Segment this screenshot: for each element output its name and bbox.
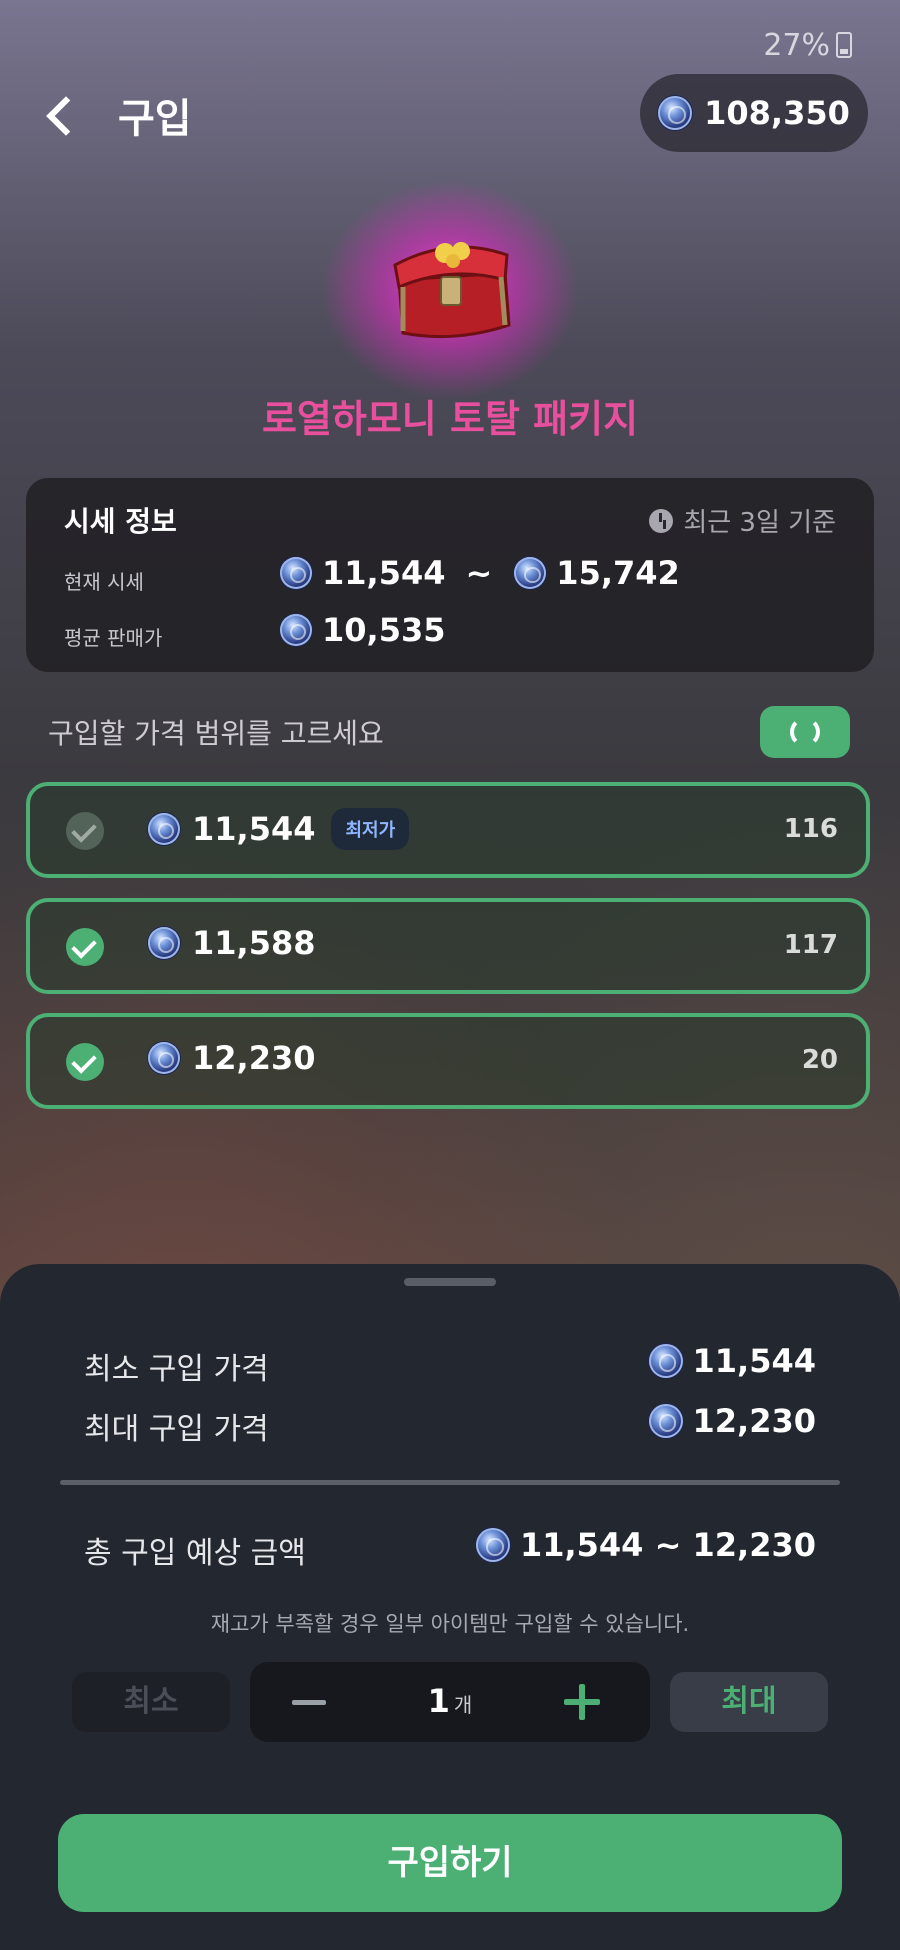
row-price: 11,544 최저가 — [148, 808, 410, 850]
min-price: 11,544 — [648, 1342, 816, 1380]
currency-balance: 108,350 — [640, 74, 868, 152]
current-price-label: 현재 시세 — [64, 570, 144, 594]
row-price: 12,230 — [148, 1039, 315, 1077]
min-price-label: 최소 구입 가격 — [84, 1352, 269, 1387]
min-quantity-button[interactable]: 최소 — [72, 1672, 230, 1732]
battery-icon — [836, 32, 852, 58]
max-price: 12,230 — [648, 1402, 816, 1440]
coin-icon — [514, 557, 547, 589]
buy-button[interactable]: 구입하기 — [58, 1814, 842, 1912]
price-option-row[interactable]: 11,544 최저가 116 — [26, 782, 870, 878]
average-value: 10,535 — [322, 611, 446, 649]
sheet-handle[interactable] — [404, 1278, 496, 1286]
lowest-price-badge: 최저가 — [331, 808, 410, 850]
checkbox-icon[interactable] — [66, 928, 104, 966]
max-quantity-button[interactable]: 최대 — [670, 1672, 828, 1732]
row-price-value: 11,544 — [192, 810, 316, 848]
row-quantity: 20 — [801, 1045, 838, 1075]
total-label: 총 구입 예상 금액 — [84, 1536, 306, 1571]
back-button[interactable] — [38, 90, 88, 140]
period-text: 최근 3일 기준 — [683, 508, 836, 538]
divider — [60, 1480, 840, 1485]
quantity-value: 1 — [427, 1682, 450, 1720]
average-price: 10,535 — [280, 611, 445, 649]
average-price-label: 평균 판매가 — [64, 626, 163, 650]
coin-icon — [148, 927, 180, 959]
price-option-row[interactable]: 12,230 20 — [26, 1013, 870, 1109]
max-price-label: 최대 구입 가격 — [84, 1412, 269, 1447]
treasure-chest-icon — [393, 242, 511, 339]
total-value: 11,544 ~ 12,230 — [519, 1526, 816, 1564]
row-price: 11,588 — [148, 924, 315, 962]
quantity-stepper: 1개 — [250, 1662, 650, 1742]
purchase-sheet: 최소 구입 가격 11,544 최대 구입 가격 12,230 총 구입 예상 … — [0, 1264, 900, 1950]
row-quantity: 117 — [783, 930, 838, 960]
coin-icon — [648, 1404, 683, 1438]
market-info-card: 시세 정보 최근 3일 기준 현재 시세 11,544 ~ 15,742 평균 … — [26, 478, 874, 672]
price-option-row[interactable]: 11,588 117 — [26, 898, 870, 994]
range-separator: ~ — [465, 554, 493, 592]
row-price-value: 12,230 — [192, 1039, 316, 1077]
current-max: 15,742 — [556, 554, 680, 592]
checkbox-icon[interactable] — [66, 812, 104, 850]
page-title: 구입 — [118, 96, 192, 142]
refresh-button[interactable] — [760, 706, 850, 758]
coin-icon — [148, 813, 180, 845]
row-quantity: 116 — [783, 814, 838, 844]
total-estimate: 11,544 ~ 12,230 — [475, 1526, 816, 1564]
current-min: 11,544 — [322, 554, 446, 592]
quantity-unit: 개 — [453, 1693, 473, 1717]
stock-notice: 재고가 부족할 경우 일부 아이템만 구입할 수 있습니다. — [210, 1612, 690, 1636]
checkbox-icon[interactable] — [66, 1043, 104, 1081]
plus-icon[interactable] — [564, 1684, 600, 1720]
balance-value: 108,350 — [704, 94, 850, 132]
coin-icon — [280, 557, 312, 589]
min-price-value: 11,544 — [692, 1342, 816, 1380]
coin-icon — [148, 1042, 180, 1074]
row-price-value: 11,588 — [192, 924, 316, 962]
clock-icon — [649, 508, 674, 533]
market-info-period: 최근 3일 기준 — [649, 502, 836, 539]
battery-percent: 27% — [763, 28, 830, 63]
item-name: 로열하모니 토탈 패키지 — [261, 397, 639, 441]
current-price-range: 11,544 ~ 15,742 — [280, 554, 680, 592]
coin-icon — [475, 1528, 510, 1562]
coin-icon — [280, 614, 312, 646]
max-price-value: 12,230 — [692, 1402, 816, 1440]
battery-status: 27% — [763, 28, 852, 63]
market-info-title: 시세 정보 — [64, 505, 177, 538]
price-range-prompt: 구입할 가격 범위를 고르세요 — [48, 717, 384, 750]
coin-icon — [658, 96, 693, 130]
coin-icon — [648, 1344, 683, 1378]
